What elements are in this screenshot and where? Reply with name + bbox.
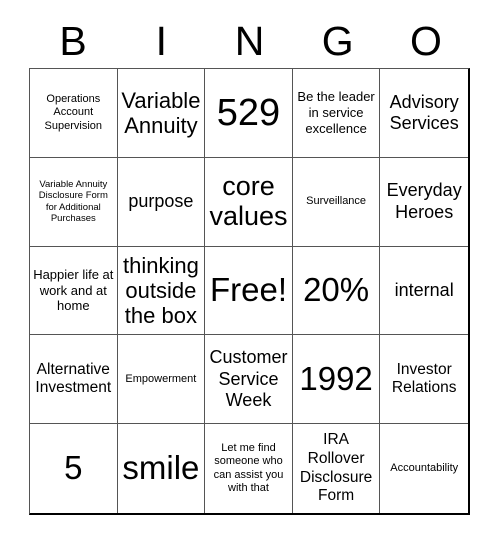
bingo-cell-o1[interactable]: Advisory Services	[380, 69, 468, 158]
bingo-cell-n2[interactable]: core values	[205, 157, 293, 247]
bingo-cell-g5[interactable]: IRA Rollover Disclosure Form	[292, 424, 381, 513]
bingo-header-letter-n: N	[234, 17, 265, 64]
bingo-cell-i3[interactable]: thinking outside the box	[117, 246, 206, 336]
bingo-cell-label: Happier life at work and at home	[33, 266, 114, 314]
bingo-header-letter-b: B	[59, 17, 87, 64]
bingo-cell-i1[interactable]: Variable Annuity	[117, 69, 206, 158]
bingo-cell-label: Variable Annuity Disclosure Form for Add…	[38, 178, 108, 225]
bingo-cell-label: 529	[216, 91, 281, 134]
bingo-cell-label: 20%	[303, 271, 370, 309]
bingo-header-row: B I N G O	[29, 14, 470, 68]
bingo-cell-label: Alternative Investment	[35, 360, 112, 397]
bingo-cell-label: smile	[122, 449, 200, 487]
bingo-cell-g2[interactable]: Surveillance	[292, 157, 381, 247]
bingo-cell-label: Customer Service Week	[209, 347, 288, 410]
bingo-cell-b2[interactable]: Variable Annuity Disclosure Form for Add…	[30, 157, 118, 247]
bingo-cell-label: 1992	[299, 359, 373, 397]
bingo-cell-b4[interactable]: Alternative Investment	[30, 335, 118, 425]
bingo-cell-label: internal	[394, 279, 454, 300]
bingo-cell-label: Variable Annuity	[121, 87, 201, 138]
bingo-cell-n4[interactable]: Customer Service Week	[205, 335, 293, 425]
bingo-header-letter-i: I	[155, 17, 167, 64]
bingo-header-letter-o: O	[409, 17, 442, 64]
bingo-cell-label: Operations Account Supervision	[44, 92, 103, 132]
bingo-card: B I N G O Operations Account Supervision…	[0, 0, 500, 544]
bingo-cell-label: thinking outside the box	[122, 252, 199, 329]
bingo-cell-b1[interactable]: Operations Account Supervision	[30, 69, 118, 158]
bingo-cell-label: IRA Rollover Disclosure Form	[299, 431, 373, 505]
bingo-cell-i2[interactable]: purpose	[117, 157, 206, 247]
bingo-cell-o4[interactable]: Investor Relations	[380, 335, 468, 425]
bingo-cell-g1[interactable]: Be the leader in service excellence	[292, 69, 381, 158]
bingo-header-letter-g: G	[321, 17, 354, 64]
bingo-cell-label: Surveillance	[306, 194, 367, 207]
bingo-cell-label: Investor Relations	[391, 360, 457, 397]
bingo-cell-g3[interactable]: 20%	[292, 246, 381, 336]
bingo-cell-label: 5	[64, 449, 83, 487]
bingo-grid: Operations Account Supervision Variable …	[29, 68, 470, 515]
bingo-cell-label: Advisory Services	[389, 91, 459, 133]
bingo-cell-label: purpose	[128, 191, 194, 212]
bingo-cell-o2[interactable]: Everyday Heroes	[380, 157, 468, 247]
bingo-cell-b3[interactable]: Happier life at work and at home	[30, 246, 118, 336]
bingo-cell-label: Empowerment	[125, 372, 197, 385]
bingo-cell-o5[interactable]: Accountability	[380, 424, 468, 513]
bingo-cell-i4[interactable]: Empowerment	[117, 335, 206, 425]
bingo-cell-label: Accountability	[390, 461, 459, 474]
bingo-cell-label: core values	[209, 171, 288, 231]
bingo-cell-i5[interactable]: smile	[117, 424, 206, 513]
bingo-cell-n1[interactable]: 529	[205, 69, 293, 158]
bingo-cell-b5[interactable]: 5	[30, 424, 118, 513]
bingo-cell-label: Let me find someone who can assist you w…	[213, 441, 284, 494]
bingo-cell-g4[interactable]: 1992	[292, 335, 381, 425]
bingo-cell-free-space[interactable]: Free!	[205, 246, 293, 336]
bingo-cell-n5[interactable]: Let me find someone who can assist you w…	[205, 424, 293, 513]
bingo-cell-label: Be the leader in service excellence	[297, 89, 375, 136]
bingo-cell-label: Everyday Heroes	[386, 180, 462, 222]
bingo-free-space-label: Free!	[209, 271, 287, 309]
bingo-cell-o3[interactable]: internal	[380, 246, 468, 336]
